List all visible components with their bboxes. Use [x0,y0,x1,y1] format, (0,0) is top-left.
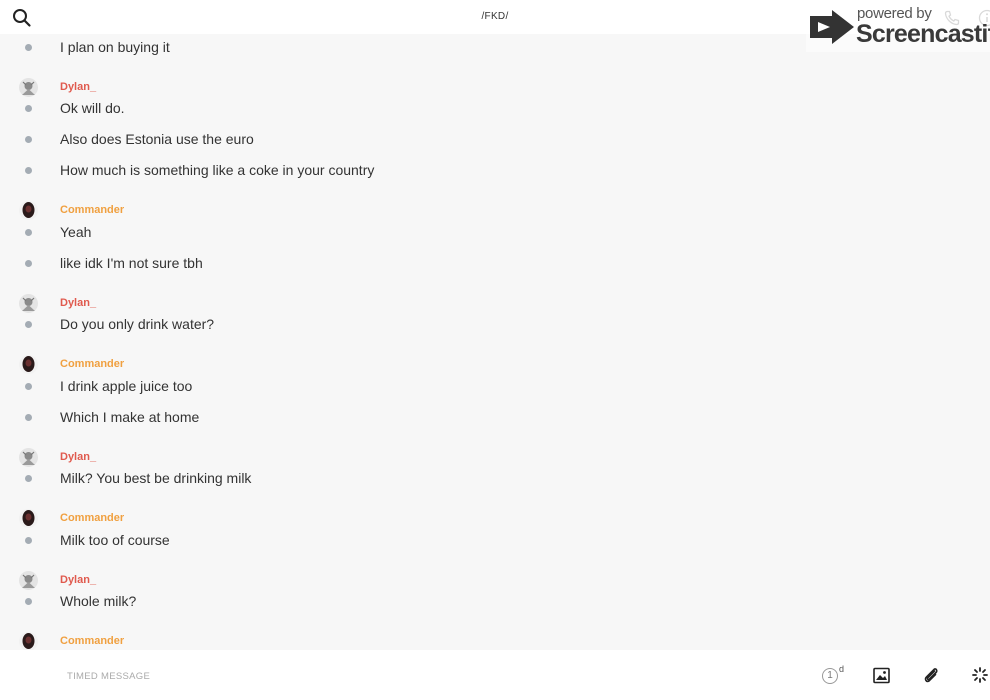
timer-unit: d [839,664,845,674]
avatar-dylan [19,78,38,97]
avatar-dylan [19,448,38,467]
message-bullet [25,44,32,51]
message-bullet [25,321,32,328]
spinner-icon[interactable] [972,667,988,683]
message-bullet [25,383,32,390]
avatar-dylan [19,571,38,590]
avatar-commander [19,355,38,374]
message-text: Milk too of course [60,532,170,548]
paperclip-icon[interactable] [922,666,940,684]
message-text: Also does Estonia use the euro [60,131,254,147]
message-text: I plan on buying it [60,39,170,55]
message-author: Dylan_ [60,574,97,586]
screencastify-watermark: powered by Screencastify [806,4,990,52]
message-text: How much is something like a coke in you… [60,162,375,178]
message-text: like idk I'm not sure tbh [60,255,203,271]
message-bullet [25,105,32,112]
message-author: Commander [60,204,125,216]
message-text: Ok will do. [60,100,125,116]
message-text: I drink apple juice too [60,378,193,394]
message-input[interactable] [67,669,667,683]
message-list[interactable]: I plan on buying it Dylan_ Ok will do. A… [0,34,990,650]
message-bullet [25,136,32,143]
avatar-commander [19,632,38,650]
message-text: Which I make at home [60,409,200,425]
avatar-commander [19,201,38,220]
watermark-brand: Screencastify [856,20,990,48]
avatar-commander [19,509,38,528]
message-author: Dylan_ [60,81,97,93]
avatar-dylan [19,294,38,313]
message-author: Commander [60,512,125,524]
message-text: Do you only drink water? [60,316,215,332]
message-author: Dylan_ [60,451,97,463]
message-bullet [25,537,32,544]
message-text: Whole milk? [60,593,137,609]
message-bullet [25,598,32,605]
image-icon[interactable] [873,667,890,684]
timer-value: 1 [822,668,838,684]
screencastify-logo-icon [810,8,854,46]
message-bullet [25,414,32,421]
message-bullet [25,229,32,236]
message-bullet [25,260,32,267]
message-author: Commander [60,358,125,370]
message-bullet [25,475,32,482]
message-text: Milk? You best be drinking milk [60,470,252,486]
message-text: Yeah [60,224,92,240]
timer-button[interactable]: 1 d [822,664,848,688]
composer-bar: 1 d [0,650,990,700]
message-bullet [25,167,32,174]
message-author: Commander [60,635,125,647]
message-author: Dylan_ [60,297,97,309]
